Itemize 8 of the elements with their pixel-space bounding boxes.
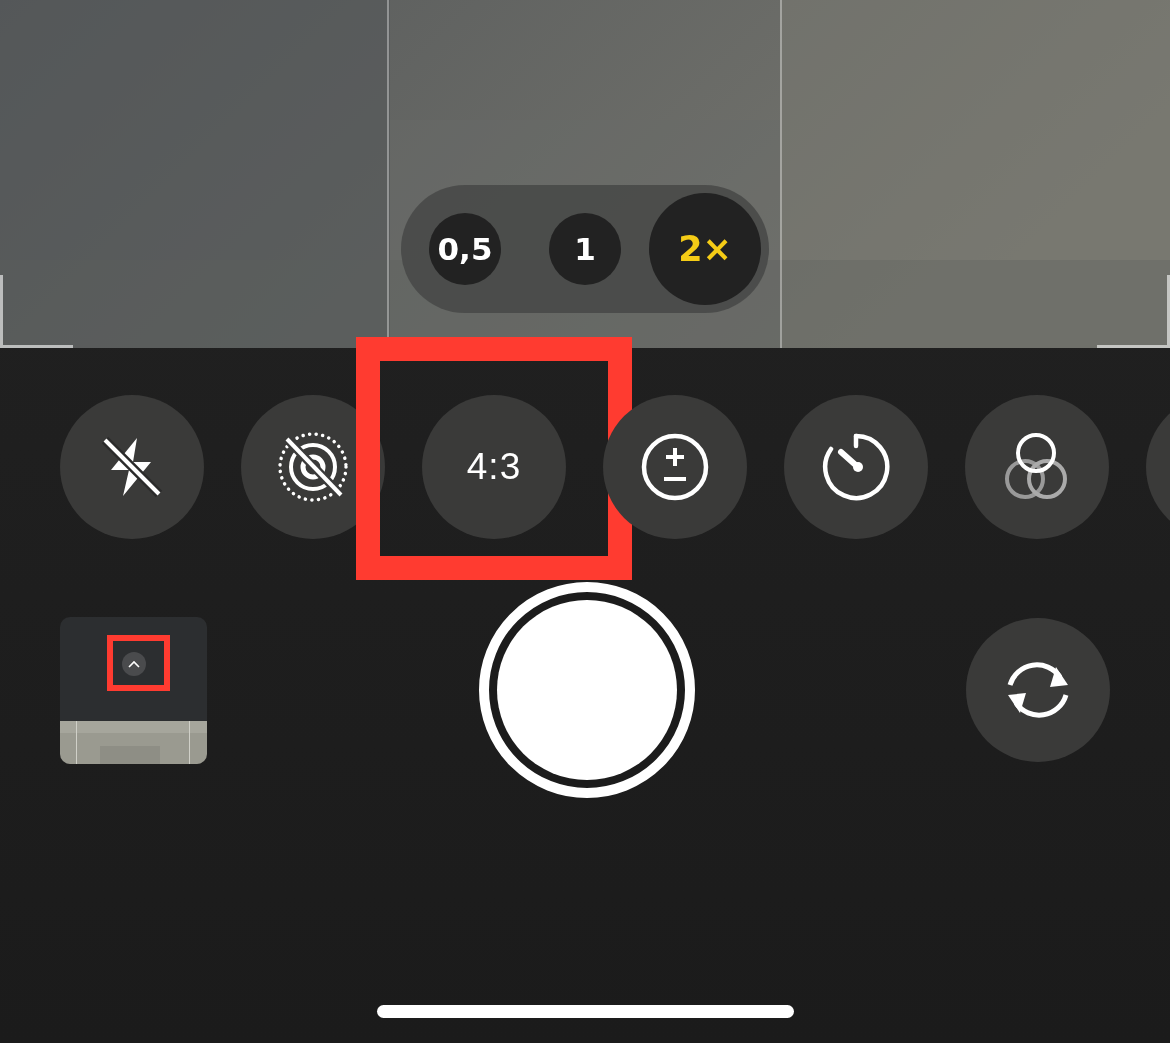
timer-icon [821, 432, 891, 502]
aspect-ratio-button[interactable]: 4:3 [422, 395, 566, 539]
last-photo-thumbnail[interactable] [60, 616, 207, 764]
exposure-icon [640, 432, 710, 502]
zoom-level-button[interactable]: 2× [649, 193, 761, 305]
zoom-level-button[interactable]: 1 [549, 213, 621, 285]
zoom-level-button[interactable]: 0,5 [429, 213, 501, 285]
chevron-up-icon [127, 659, 140, 668]
